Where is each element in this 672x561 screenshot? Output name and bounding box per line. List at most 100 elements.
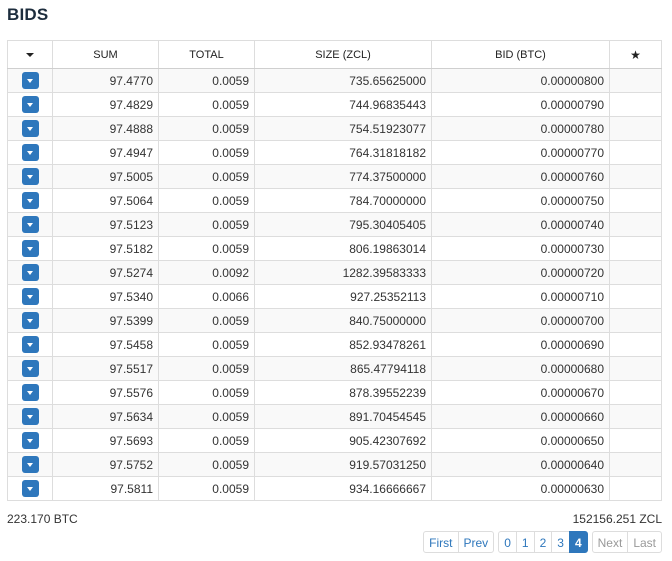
- row-action-button[interactable]: [21, 192, 39, 209]
- row-action-button[interactable]: [21, 288, 39, 305]
- row-action-button[interactable]: [21, 168, 39, 185]
- column-header-favorite[interactable]: ★: [609, 40, 662, 69]
- page-2-button[interactable]: 2: [533, 531, 553, 553]
- prev-page-button[interactable]: Prev: [457, 531, 495, 553]
- row-action-button[interactable]: [21, 432, 39, 449]
- cell-sum: 97.5576: [52, 380, 159, 405]
- row-action-button[interactable]: [21, 216, 39, 233]
- cell-favorite[interactable]: [609, 260, 662, 285]
- row-action-button[interactable]: [21, 360, 39, 377]
- row-action-cell: [7, 356, 53, 381]
- cell-total: 0.0059: [158, 236, 255, 261]
- cell-bid: 0.00000780: [431, 116, 610, 141]
- cell-bid: 0.00000650: [431, 428, 610, 453]
- cell-sum: 97.5340: [52, 284, 159, 309]
- table-body: 97.4770 0.0059 735.65625000 0.00000800 97.48…: [7, 68, 662, 501]
- cell-size: 784.70000000: [254, 188, 432, 213]
- cell-bid: 0.00000720: [431, 260, 610, 285]
- row-action-button[interactable]: [21, 120, 39, 137]
- cell-favorite[interactable]: [609, 164, 662, 189]
- cell-favorite[interactable]: [609, 116, 662, 141]
- cell-favorite[interactable]: [609, 356, 662, 381]
- caret-down-icon: [26, 247, 33, 251]
- cell-total: 0.0059: [158, 188, 255, 213]
- first-page-button[interactable]: First: [423, 531, 459, 553]
- cell-favorite[interactable]: [609, 188, 662, 213]
- column-header-total[interactable]: TOTAL: [158, 40, 255, 69]
- pagination: First Prev 01234 Next Last: [423, 531, 662, 553]
- cell-bid: 0.00000640: [431, 452, 610, 477]
- cell-favorite[interactable]: [609, 308, 662, 333]
- cell-favorite[interactable]: [609, 212, 662, 237]
- page-4-button[interactable]: 4: [568, 531, 588, 553]
- cell-sum: 97.5005: [52, 164, 159, 189]
- cell-favorite[interactable]: [609, 332, 662, 357]
- column-header-sum[interactable]: SUM: [52, 40, 159, 69]
- cell-size: 891.70454545: [254, 404, 432, 429]
- cell-size: 735.65625000: [254, 68, 432, 93]
- row-action-button[interactable]: [21, 456, 39, 473]
- cell-favorite[interactable]: [609, 380, 662, 405]
- cell-favorite[interactable]: [609, 140, 662, 165]
- page-0-button[interactable]: 0: [498, 531, 517, 553]
- cell-total: 0.0066: [158, 284, 255, 309]
- cell-sum: 97.5811: [52, 476, 159, 501]
- row-action-cell: [7, 68, 53, 93]
- column-header-size[interactable]: SIZE (ZCL): [254, 40, 432, 69]
- row-action-cell: [7, 404, 53, 429]
- row-action-button[interactable]: [21, 408, 39, 425]
- column-header-bid[interactable]: BID (BTC): [431, 40, 610, 69]
- caret-down-icon: [26, 367, 33, 371]
- row-action-button[interactable]: [21, 72, 39, 89]
- table-row: 97.5693 0.0059 905.42307692 0.00000650: [7, 428, 662, 453]
- cell-favorite[interactable]: [609, 452, 662, 477]
- row-action-cell: [7, 188, 53, 213]
- cell-favorite[interactable]: [609, 284, 662, 309]
- caret-down-icon: [26, 463, 33, 467]
- next-page-button[interactable]: Next: [591, 531, 629, 553]
- cell-favorite[interactable]: [609, 476, 662, 501]
- row-action-button[interactable]: [21, 144, 39, 161]
- cell-bid: 0.00000770: [431, 140, 610, 165]
- cell-sum: 97.4888: [52, 116, 159, 141]
- row-action-button[interactable]: [21, 240, 39, 257]
- row-action-button[interactable]: [21, 480, 39, 497]
- cell-favorite[interactable]: [609, 68, 662, 93]
- caret-down-icon: [26, 343, 33, 347]
- row-action-cell: [7, 260, 53, 285]
- row-action-button[interactable]: [21, 336, 39, 353]
- cell-size: 905.42307692: [254, 428, 432, 453]
- table-row: 97.4947 0.0059 764.31818182 0.00000770: [7, 140, 662, 165]
- cell-bid: 0.00000690: [431, 332, 610, 357]
- row-action-button[interactable]: [21, 264, 39, 281]
- cell-bid: 0.00000700: [431, 308, 610, 333]
- row-action-button[interactable]: [21, 96, 39, 113]
- row-action-button[interactable]: [21, 312, 39, 329]
- caret-down-icon: [26, 151, 33, 155]
- cell-favorite[interactable]: [609, 236, 662, 261]
- row-action-cell: [7, 92, 53, 117]
- cell-favorite[interactable]: [609, 404, 662, 429]
- table-row: 97.5064 0.0059 784.70000000 0.00000750: [7, 188, 662, 213]
- header-action-column[interactable]: [7, 40, 53, 69]
- total-zcl: 152156.251 ZCL: [572, 512, 662, 526]
- cell-sum: 97.5123: [52, 212, 159, 237]
- cell-favorite[interactable]: [609, 428, 662, 453]
- row-action-cell: [7, 236, 53, 261]
- caret-down-icon: [26, 223, 33, 227]
- page-3-button[interactable]: 3: [551, 531, 570, 553]
- table-row: 97.5634 0.0059 891.70454545 0.00000660: [7, 404, 662, 429]
- cell-favorite[interactable]: [609, 92, 662, 117]
- cell-sum: 97.4829: [52, 92, 159, 117]
- page-1-button[interactable]: 1: [515, 531, 535, 553]
- table-row: 97.4770 0.0059 735.65625000 0.00000800: [7, 68, 662, 93]
- cell-sum: 97.5064: [52, 188, 159, 213]
- caret-down-icon: [26, 127, 33, 131]
- row-action-button[interactable]: [21, 384, 39, 401]
- last-page-button[interactable]: Last: [627, 531, 662, 553]
- cell-sum: 97.5634: [52, 404, 159, 429]
- row-action-cell: [7, 212, 53, 237]
- table-row: 97.5517 0.0059 865.47794118 0.00000680: [7, 356, 662, 381]
- cell-sum: 97.5182: [52, 236, 159, 261]
- cell-bid: 0.00000630: [431, 476, 610, 501]
